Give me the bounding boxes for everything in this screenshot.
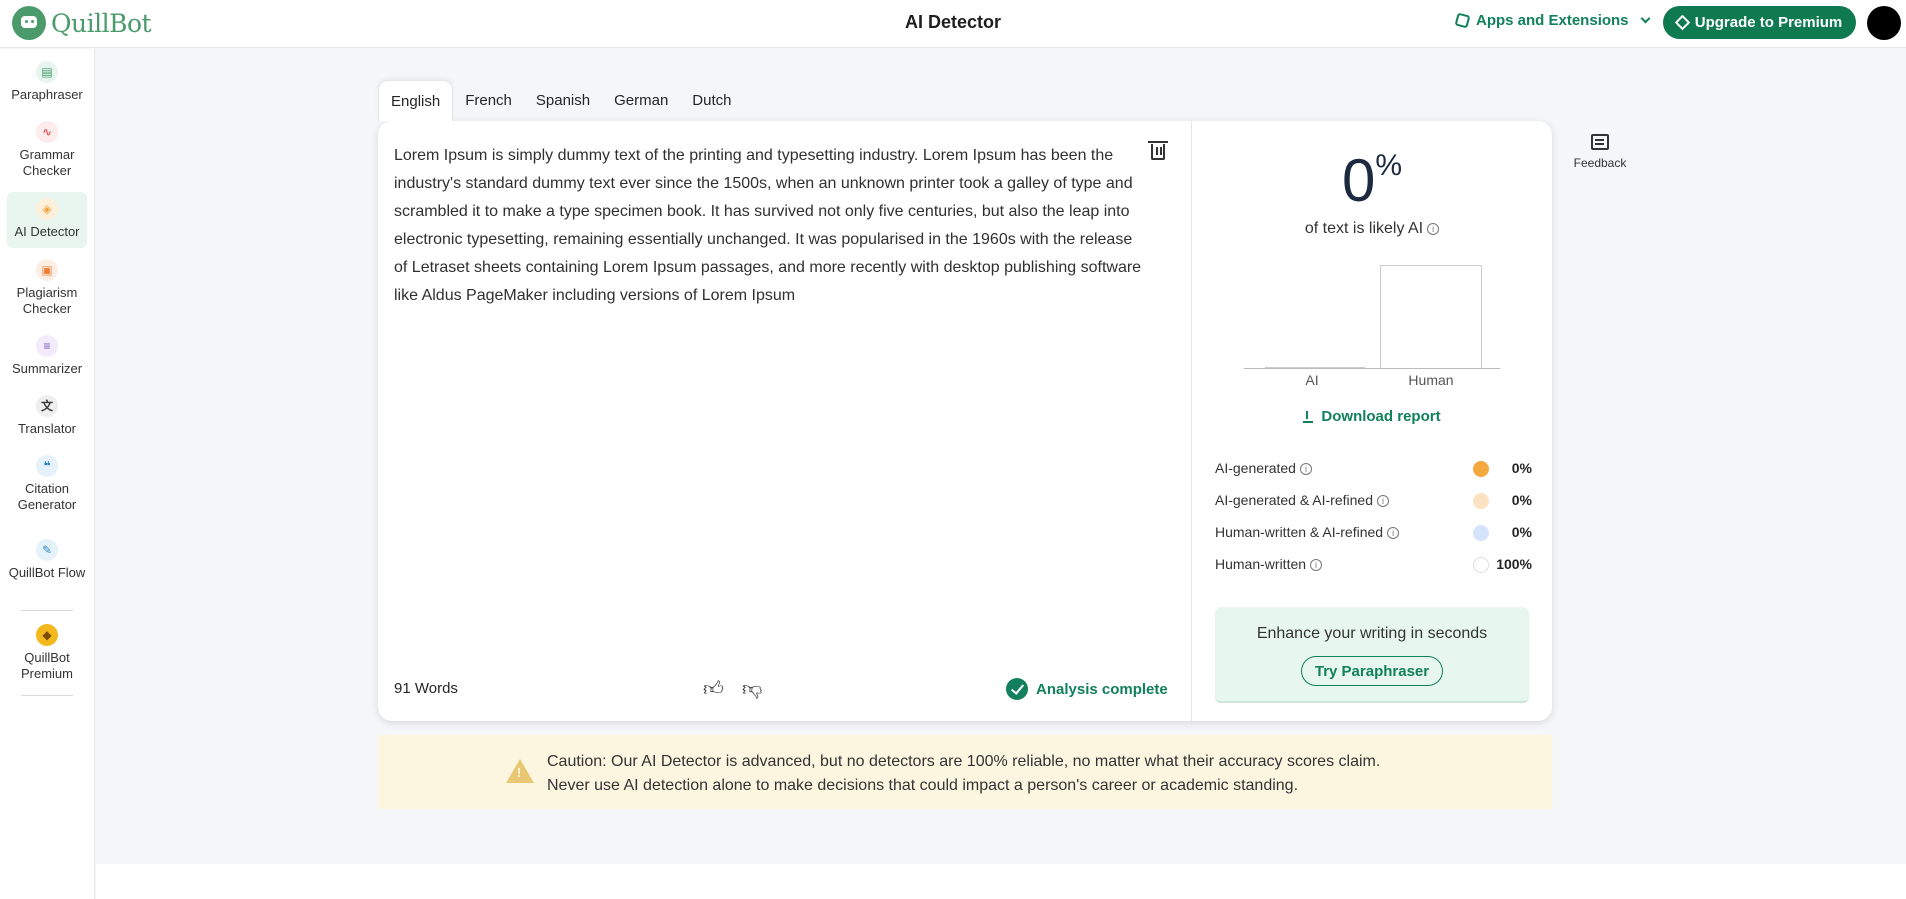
percent-sign: % [1375, 149, 1403, 182]
apps-label: Apps and Extensions [1476, 12, 1629, 29]
input-text-area[interactable]: Lorem Ipsum is simply dummy text of the … [394, 142, 1146, 310]
chart-label-human: Human [1408, 372, 1454, 388]
breakdown-row-human-written: Human-written i 100% [1215, 556, 1532, 573]
caution-line-1: Caution: Our AI Detector is advanced, bu… [547, 753, 1381, 770]
avatar[interactable] [1867, 6, 1901, 40]
sidebar-item-plagiarism-checker[interactable]: ▣ Plagiarism Checker [7, 259, 87, 319]
tab-spanish[interactable]: Spanish [524, 80, 602, 121]
caution-line-2: Never use AI detection alone to make dec… [547, 777, 1299, 794]
breakdown-value: 0% [1511, 492, 1532, 508]
chevron-down-icon [1640, 13, 1650, 24]
download-label: Download report [1321, 408, 1441, 425]
flow-icon: ✎ [36, 539, 58, 561]
sidebar-item-label: Citation Generator [17, 481, 77, 512]
word-count: 91 Words [394, 680, 458, 697]
diamond-icon [1674, 14, 1691, 31]
feedback-label: Feedback [1573, 156, 1627, 170]
sidebar-item-ai-detector[interactable]: ◈ AI Detector [7, 192, 87, 248]
info-icon[interactable]: i [1377, 495, 1389, 508]
translator-icon: 文 [36, 395, 58, 417]
plagiarism-icon: ▣ [36, 259, 58, 281]
download-icon [1303, 411, 1314, 424]
upgrade-label: Upgrade to Premium [1694, 14, 1843, 31]
try-paraphraser-button[interactable]: Try Paraphraser [1301, 656, 1443, 686]
sidebar-item-grammar-checker[interactable]: ∿ Grammar Checker [7, 121, 87, 181]
breakdown-value: 100% [1496, 556, 1532, 572]
tab-dutch[interactable]: Dutch [680, 80, 743, 121]
percent-value: 0 [1341, 147, 1376, 214]
paraphraser-icon: ▤ [36, 61, 58, 83]
feedback-icon [1591, 134, 1609, 150]
check-circle-icon [1006, 678, 1028, 700]
legend-dot [1473, 461, 1489, 477]
warning-icon [506, 759, 534, 783]
legend-dot [1473, 525, 1489, 541]
legend-dot [1473, 557, 1489, 573]
tab-french[interactable]: French [453, 80, 524, 121]
info-icon[interactable]: i [1427, 222, 1440, 235]
sidebar-item-label: AI Detector [14, 224, 80, 239]
tab-german[interactable]: German [602, 80, 680, 121]
trash-icon[interactable] [1148, 141, 1168, 160]
grammar-icon: ∿ [36, 121, 58, 143]
sidebar-item-translator[interactable]: 文 Translator [7, 395, 87, 443]
breakdown-label: AI-generated & AI-refined [1215, 492, 1373, 508]
thumbs-up-icon[interactable]: 👍︎ [703, 678, 727, 700]
premium-icon: ◆ [36, 624, 58, 646]
analysis-status: Analysis complete [1006, 678, 1168, 700]
percentage-caption: of text is likely AI i [1192, 220, 1552, 238]
sidebar-item-label: Plagiarism Checker [16, 285, 78, 316]
language-tabs: English French Spanish German Dutch [378, 80, 743, 122]
breakdown-row-human-ai-refined: Human-written & AI-refined i 0% [1215, 524, 1532, 541]
chart-label-ai: AI [1305, 372, 1319, 388]
sidebar-item-label: Paraphraser [11, 87, 83, 102]
info-icon[interactable]: i [1299, 463, 1312, 476]
paraphraser-promo: Enhance your writing in seconds Try Para… [1215, 607, 1529, 703]
promo-title: Enhance your writing in seconds [1256, 625, 1488, 642]
breakdown-row-ai-generated: AI-generated i 0% [1215, 460, 1532, 477]
legend-dot [1473, 493, 1489, 509]
puzzle-icon [1454, 12, 1471, 29]
tab-english[interactable]: English [378, 80, 454, 121]
download-report-button[interactable]: Download report [1192, 408, 1552, 425]
ai-detector-icon: ◈ [36, 198, 58, 220]
breakdown-value: 0% [1511, 460, 1532, 476]
info-icon[interactable]: i [1310, 559, 1323, 572]
sidebar-item-quillbot-flow[interactable]: ✎ QuillBot Flow [7, 539, 87, 599]
upgrade-button[interactable]: Upgrade to Premium [1663, 6, 1856, 39]
breakdown-label: AI-generated [1215, 460, 1296, 476]
breakdown-label: Human-written [1215, 556, 1307, 572]
top-bar: QuillBot AI Detector Apps and Extensions… [0, 0, 1906, 48]
status-text: Analysis complete [1036, 680, 1168, 698]
feedback-button[interactable]: Feedback [1562, 134, 1638, 170]
breakdown-value: 0% [1511, 524, 1532, 540]
sidebar-divider [21, 610, 73, 611]
sidebar-divider [21, 695, 73, 696]
sidebar-item-label: QuillBot Premium [20, 650, 73, 681]
sidebar-item-label: Translator [17, 421, 77, 436]
sidebar-item-label: QuillBot Flow [8, 565, 86, 580]
sidebar-item-quillbot-premium[interactable]: ◆ QuillBot Premium [7, 624, 87, 684]
sidebar-item-summarizer[interactable]: ≡ Summarizer [7, 335, 87, 383]
sidebar-item-label: Grammar Checker [19, 147, 75, 178]
chart-baseline [1244, 368, 1500, 369]
sidebar: ▤ Paraphraser ∿ Grammar Checker ◈ AI Det… [0, 49, 95, 899]
breakdown-label: Human-written & AI-refined [1215, 524, 1384, 540]
info-icon[interactable]: i [1387, 527, 1400, 540]
caution-text: Caution: Our AI Detector is advanced, bu… [547, 750, 1380, 798]
apps-and-extensions-button[interactable]: Apps and Extensions [1454, 12, 1650, 29]
summarizer-icon: ≡ [36, 335, 58, 357]
breakdown-row-ai-refined: AI-generated & AI-refined i 0% [1215, 492, 1532, 509]
chart-bar-human [1380, 265, 1482, 368]
footer [96, 864, 1906, 899]
sidebar-item-paraphraser[interactable]: ▤ Paraphraser [7, 61, 87, 109]
sidebar-item-label: Summarizer [11, 361, 83, 376]
thumbs-down-icon[interactable]: 👎︎ [742, 678, 766, 700]
citation-icon: ❝ [36, 455, 58, 477]
ai-percentage: 0% [1192, 146, 1552, 216]
caption-text: of text is likely AI [1304, 220, 1424, 237]
sidebar-item-citation-generator[interactable]: ❝ Citation Generator [7, 455, 87, 515]
